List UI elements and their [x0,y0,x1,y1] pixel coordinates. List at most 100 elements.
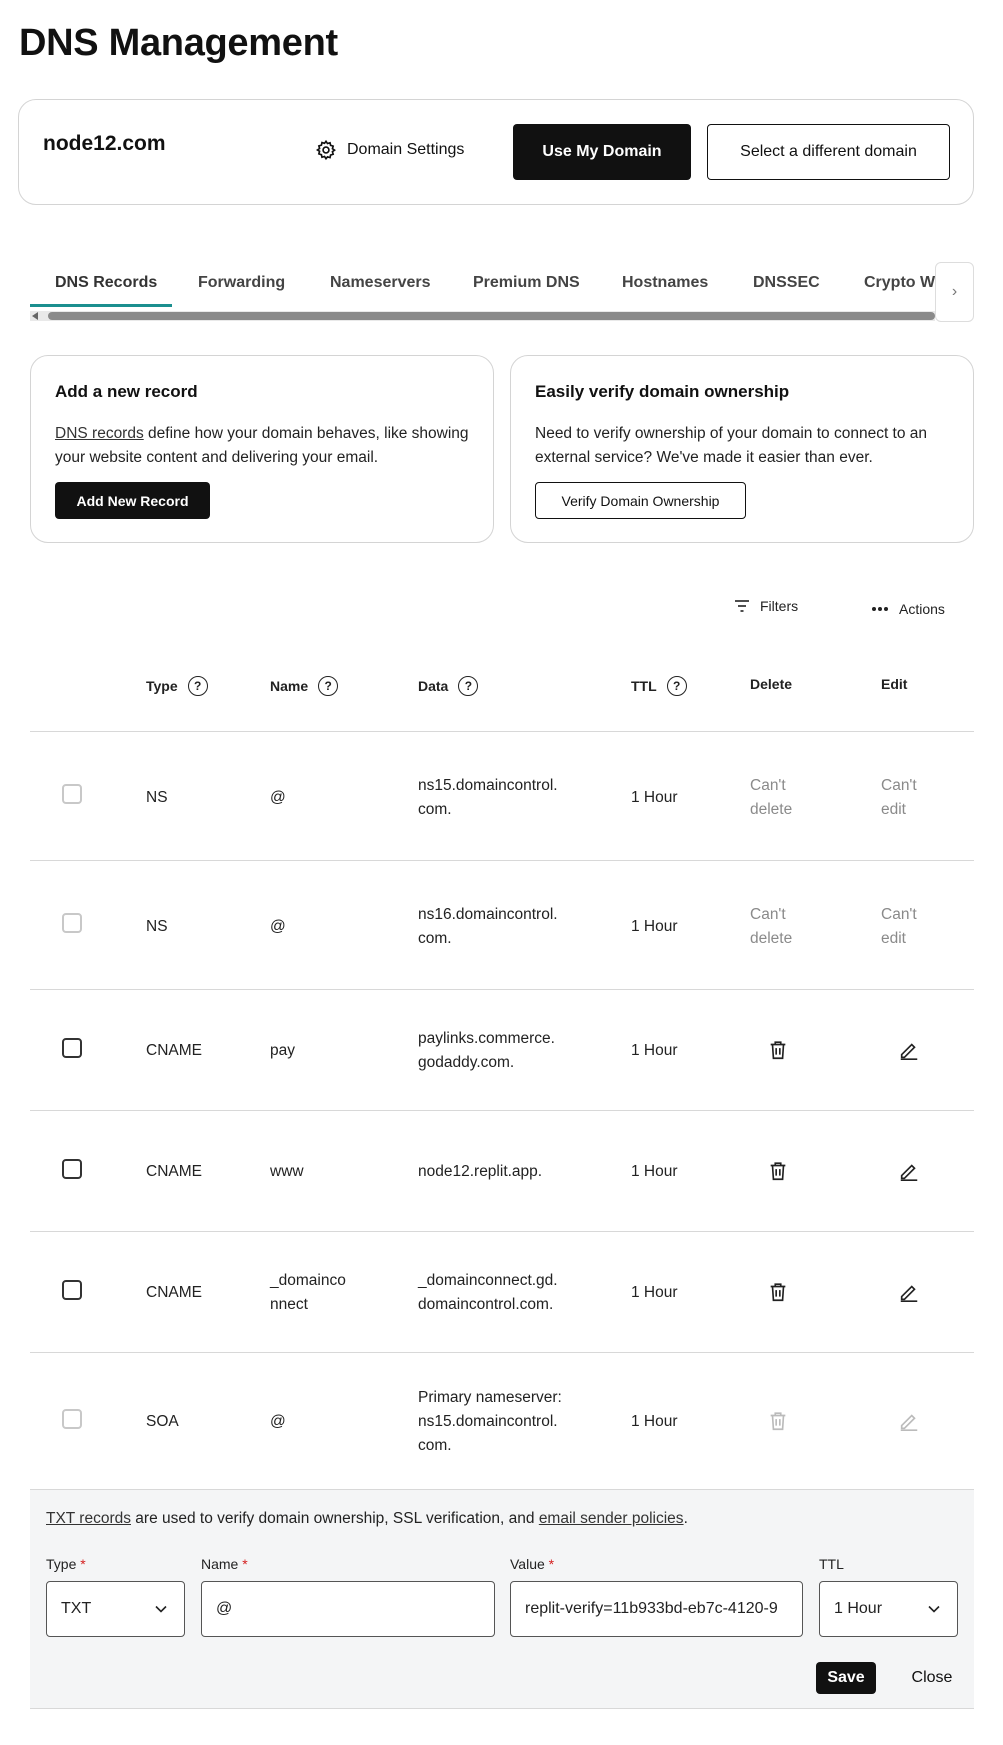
row-checkbox[interactable] [62,1159,82,1179]
filter-icon [735,600,749,612]
tab-forwarding[interactable]: Forwarding [198,274,285,292]
pencil-icon[interactable] [898,1281,920,1303]
tab-dnssec[interactable]: DNSSEC [753,274,820,292]
row-checkbox[interactable] [62,913,82,933]
column-header-data: Data ? [418,676,479,696]
type-select[interactable]: TXT [46,1581,185,1637]
add-record-card: Add a new record DNS records define how … [30,355,494,543]
more-icon [872,607,888,611]
row-checkbox[interactable] [62,1038,82,1058]
use-my-domain-button[interactable]: Use My Domain [513,124,691,180]
column-header-type: Type ? [146,676,208,696]
close-button[interactable]: Close [902,1662,962,1694]
trash-icon[interactable] [767,1160,789,1182]
filters-button[interactable]: Filters [734,598,798,614]
chevron-down-icon [155,1605,167,1613]
cell-data: node12.replit.app. [418,1163,543,1180]
page-title: DNS Management [19,22,338,64]
domain-settings-label: Domain Settings [347,141,465,158]
verify-domain-ownership-button[interactable]: Verify Domain Ownership [535,482,746,519]
column-header-edit: Edit [881,676,908,692]
cell-name: www [270,1163,304,1180]
cell-data: Primary nameserver: ns15.domaincontrol. … [418,1389,562,1454]
row-checkbox[interactable] [62,1280,82,1300]
column-header-ttl: TTL ? [631,676,687,696]
tab-scroll-right-button[interactable]: › [935,262,974,322]
chevron-down-icon [928,1605,940,1613]
type-label: Type * [46,1556,86,1572]
row-checkbox[interactable] [62,784,82,804]
trash-icon[interactable] [767,1039,789,1061]
cell-type: CNAME [146,1284,202,1301]
cant-delete-text: Can't delete [750,906,793,947]
cell-data: ns15.domaincontrol. com. [418,777,558,818]
ttl-label: TTL [819,1556,844,1572]
table-row: CNAME www node12.replit.app. 1 Hour [30,1111,974,1232]
dns-records-link[interactable]: DNS records [55,425,144,442]
tab-premium-dns[interactable]: Premium DNS [473,274,580,292]
name-input[interactable]: @ [201,1581,495,1637]
cell-data: ns16.domaincontrol. com. [418,906,558,947]
name-label: Name * [201,1556,248,1572]
chevron-right-icon: › [951,283,958,300]
cell-type: NS [146,789,168,806]
verify-ownership-description: Need to verify ownership of your domain … [535,425,928,466]
tab-nameservers[interactable]: Nameservers [330,274,431,292]
ttl-select[interactable]: 1 Hour [819,1581,958,1637]
trash-icon [770,1412,786,1431]
cell-name: pay [270,1042,295,1059]
cell-ttl: 1 Hour [631,1042,678,1059]
table-row: NS @ ns16.domaincontrol. com. 1 Hour Can… [30,861,974,990]
cell-type: SOA [146,1413,179,1430]
add-new-record-button[interactable]: Add New Record [55,482,210,519]
add-record-title: Add a new record [55,382,198,401]
txt-record-form: TXT records are used to verify domain ow… [30,1489,974,1709]
cell-ttl: 1 Hour [631,1163,678,1180]
cell-name: _domainco nnect [270,1272,346,1313]
pencil-icon [900,1414,918,1431]
cell-name: @ [270,918,286,935]
scrollbar-thumb[interactable] [48,312,935,320]
table-row: CNAME pay paylinks.commerce. godaddy.com… [30,990,974,1111]
domain-card: node12.com Domain Settings Use My Domain… [18,99,974,205]
tab-hostnames[interactable]: Hostnames [622,274,708,292]
value-input[interactable]: replit-verify=11b933bd-eb7c-4120-9 [510,1581,803,1637]
txt-records-link[interactable]: TXT records [46,1510,131,1527]
value-label: Value * [510,1556,555,1572]
select-different-domain-button[interactable]: Select a different domain [707,124,950,180]
table-row: SOA @ Primary nameserver: ns15.domaincon… [30,1353,974,1489]
cell-name: @ [270,1413,286,1430]
trash-icon[interactable] [767,1281,789,1303]
column-header-delete: Delete [750,676,793,692]
cell-type: NS [146,918,168,935]
cant-delete-text: Can't delete [750,777,793,818]
domain-name: node12.com [43,132,166,155]
column-header-name: Name ? [270,676,339,696]
email-sender-policies-link[interactable]: email sender policies [539,1510,684,1527]
tab-dns-records[interactable]: DNS Records [55,274,157,292]
actions-button[interactable]: Actions [871,601,945,617]
help-icon[interactable]: ? [318,676,339,696]
pencil-icon[interactable] [898,1160,920,1182]
help-icon[interactable]: ? [458,676,479,696]
domain-settings-button[interactable]: Domain Settings [315,139,464,161]
tab-scrollbar[interactable] [30,311,935,321]
cant-edit-text: Can't edit [881,777,917,818]
txt-records-note: TXT records are used to verify domain ow… [46,1510,688,1527]
tab-crypto-wallet[interactable]: Crypto W [864,274,935,292]
row-checkbox[interactable] [62,1409,82,1429]
scroll-left-arrow-icon[interactable] [32,312,38,320]
help-icon[interactable]: ? [666,676,687,696]
cell-ttl: 1 Hour [631,1413,678,1430]
table-row: NS @ ns15.domaincontrol. com. 1 Hour Can… [30,732,974,861]
cell-ttl: 1 Hour [631,918,678,935]
cell-type: CNAME [146,1163,202,1180]
active-tab-indicator [30,304,172,307]
cell-ttl: 1 Hour [631,789,678,806]
cell-data: paylinks.commerce. godaddy.com. [418,1030,555,1071]
gear-icon [315,139,336,161]
help-icon[interactable]: ? [187,676,208,696]
save-button[interactable]: Save [816,1662,876,1694]
pencil-icon[interactable] [898,1039,920,1061]
table-row: CNAME _domainco nnect _domainconnect.gd.… [30,1232,974,1353]
